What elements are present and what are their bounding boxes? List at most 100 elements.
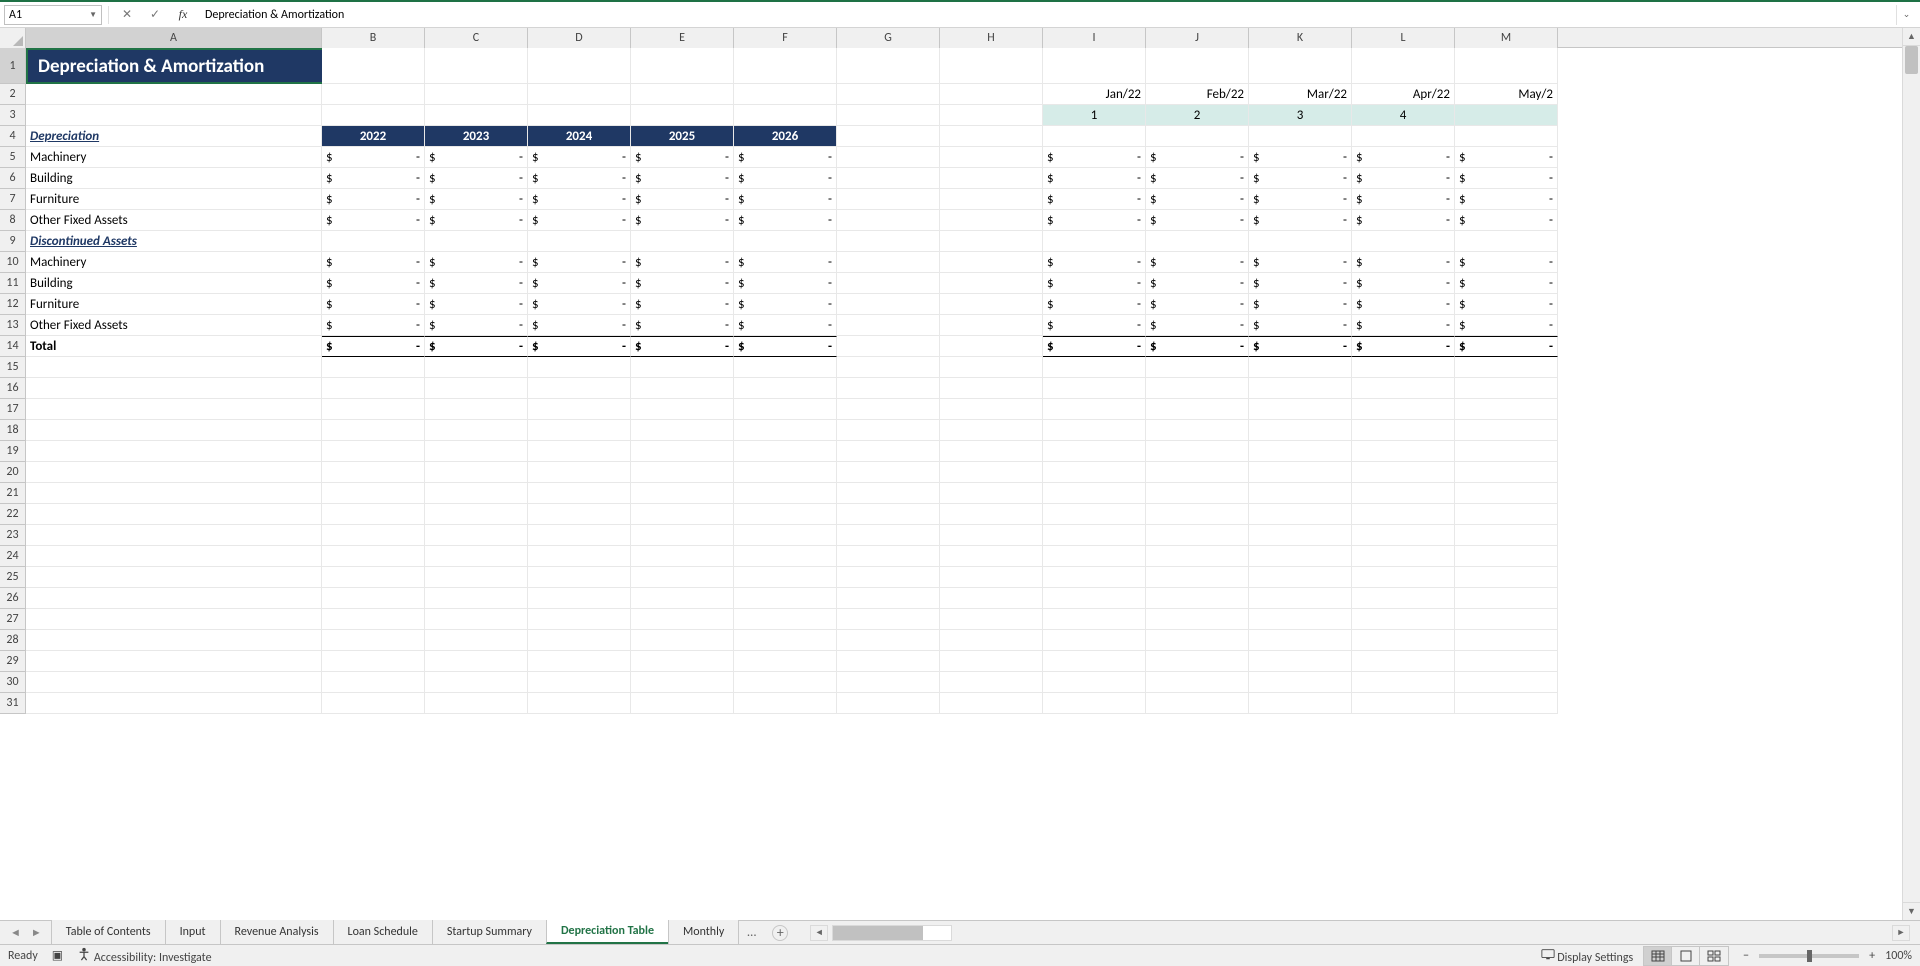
cell-A26[interactable] [26, 588, 322, 609]
cell-H31[interactable] [940, 693, 1043, 714]
cell-H19[interactable] [940, 441, 1043, 462]
cell-M20[interactable] [1455, 462, 1558, 483]
row-header-6[interactable]: 6 [0, 168, 26, 189]
cell-I19[interactable] [1043, 441, 1146, 462]
cell-G9[interactable] [837, 231, 940, 252]
cell-C9[interactable] [425, 231, 528, 252]
cell-L2[interactable]: Apr/22 [1352, 84, 1455, 105]
cell-A1[interactable]: Depreciation & Amortization [26, 48, 322, 84]
cell-G28[interactable] [837, 630, 940, 651]
cell-J6[interactable]: $- [1146, 168, 1249, 189]
sheet-tab-table-of-contents[interactable]: Table of Contents [51, 920, 166, 944]
cell-F18[interactable] [734, 420, 837, 441]
formula-expand-icon[interactable]: ⌄ [1896, 5, 1916, 25]
cell-B11[interactable]: $- [322, 273, 425, 294]
cell-L6[interactable]: $- [1352, 168, 1455, 189]
cell-D19[interactable] [528, 441, 631, 462]
cell-K24[interactable] [1249, 546, 1352, 567]
cell-A8[interactable]: Other Fixed Assets [26, 210, 322, 231]
cell-J7[interactable]: $- [1146, 189, 1249, 210]
cell-A27[interactable] [26, 609, 322, 630]
cell-J22[interactable] [1146, 504, 1249, 525]
cell-M22[interactable] [1455, 504, 1558, 525]
cell-A3[interactable] [26, 105, 322, 126]
cell-I29[interactable] [1043, 651, 1146, 672]
row-header-26[interactable]: 26 [0, 588, 26, 609]
zoom-in-button[interactable]: + [1865, 949, 1879, 963]
cell-B7[interactable]: $- [322, 189, 425, 210]
cell-G6[interactable] [837, 168, 940, 189]
cell-F3[interactable] [734, 105, 837, 126]
cell-L28[interactable] [1352, 630, 1455, 651]
cell-A13[interactable]: Other Fixed Assets [26, 315, 322, 336]
sheet-tab-input[interactable]: Input [165, 920, 221, 944]
cell-I18[interactable] [1043, 420, 1146, 441]
cell-G2[interactable] [837, 84, 940, 105]
scroll-track[interactable] [1903, 46, 1920, 902]
cell-F19[interactable] [734, 441, 837, 462]
cell-F16[interactable] [734, 378, 837, 399]
sheet-tab-loan-schedule[interactable]: Loan Schedule [333, 920, 433, 944]
hscroll-right-button[interactable]: ► [1892, 925, 1910, 941]
cell-H10[interactable] [940, 252, 1043, 273]
macro-record-icon[interactable]: ▣ [52, 948, 63, 963]
cell-H7[interactable] [940, 189, 1043, 210]
cell-E31[interactable] [631, 693, 734, 714]
row-header-18[interactable]: 18 [0, 420, 26, 441]
cell-F23[interactable] [734, 525, 837, 546]
cell-D6[interactable]: $- [528, 168, 631, 189]
cell-F26[interactable] [734, 588, 837, 609]
cell-E12[interactable]: $- [631, 294, 734, 315]
cell-H28[interactable] [940, 630, 1043, 651]
cell-H30[interactable] [940, 672, 1043, 693]
cell-L24[interactable] [1352, 546, 1455, 567]
cell-F24[interactable] [734, 546, 837, 567]
cell-I8[interactable]: $- [1043, 210, 1146, 231]
cell-J2[interactable]: Feb/22 [1146, 84, 1249, 105]
cell-C6[interactable]: $- [425, 168, 528, 189]
cell-B23[interactable] [322, 525, 425, 546]
cell-C20[interactable] [425, 462, 528, 483]
cell-K21[interactable] [1249, 483, 1352, 504]
cell-I24[interactable] [1043, 546, 1146, 567]
row-header-22[interactable]: 22 [0, 504, 26, 525]
column-header-G[interactable]: G [837, 28, 940, 48]
cell-G11[interactable] [837, 273, 940, 294]
cell-M11[interactable]: $- [1455, 273, 1558, 294]
cell-B1[interactable] [322, 48, 425, 84]
cell-J12[interactable]: $- [1146, 294, 1249, 315]
cell-K17[interactable] [1249, 399, 1352, 420]
cell-E19[interactable] [631, 441, 734, 462]
cell-D7[interactable]: $- [528, 189, 631, 210]
cell-F1[interactable] [734, 48, 837, 84]
cell-B12[interactable]: $- [322, 294, 425, 315]
cell-F22[interactable] [734, 504, 837, 525]
cell-M27[interactable] [1455, 609, 1558, 630]
column-header-J[interactable]: J [1146, 28, 1249, 48]
cell-C24[interactable] [425, 546, 528, 567]
cell-K11[interactable]: $- [1249, 273, 1352, 294]
cell-H13[interactable] [940, 315, 1043, 336]
cell-C10[interactable]: $- [425, 252, 528, 273]
cell-M7[interactable]: $- [1455, 189, 1558, 210]
cell-F4[interactable]: 2026 [734, 126, 837, 147]
cell-G12[interactable] [837, 294, 940, 315]
row-header-24[interactable]: 24 [0, 546, 26, 567]
cell-F13[interactable]: $- [734, 315, 837, 336]
cell-E9[interactable] [631, 231, 734, 252]
cell-E23[interactable] [631, 525, 734, 546]
row-header-20[interactable]: 20 [0, 462, 26, 483]
cell-I4[interactable] [1043, 126, 1146, 147]
cell-B28[interactable] [322, 630, 425, 651]
cell-G23[interactable] [837, 525, 940, 546]
cell-D5[interactable]: $- [528, 147, 631, 168]
cell-A15[interactable] [26, 357, 322, 378]
cell-D15[interactable] [528, 357, 631, 378]
cell-L14[interactable]: $- [1352, 336, 1455, 357]
cell-C14[interactable]: $- [425, 336, 528, 357]
cell-M15[interactable] [1455, 357, 1558, 378]
cell-E27[interactable] [631, 609, 734, 630]
cell-J26[interactable] [1146, 588, 1249, 609]
cell-A12[interactable]: Furniture [26, 294, 322, 315]
cell-H12[interactable] [940, 294, 1043, 315]
